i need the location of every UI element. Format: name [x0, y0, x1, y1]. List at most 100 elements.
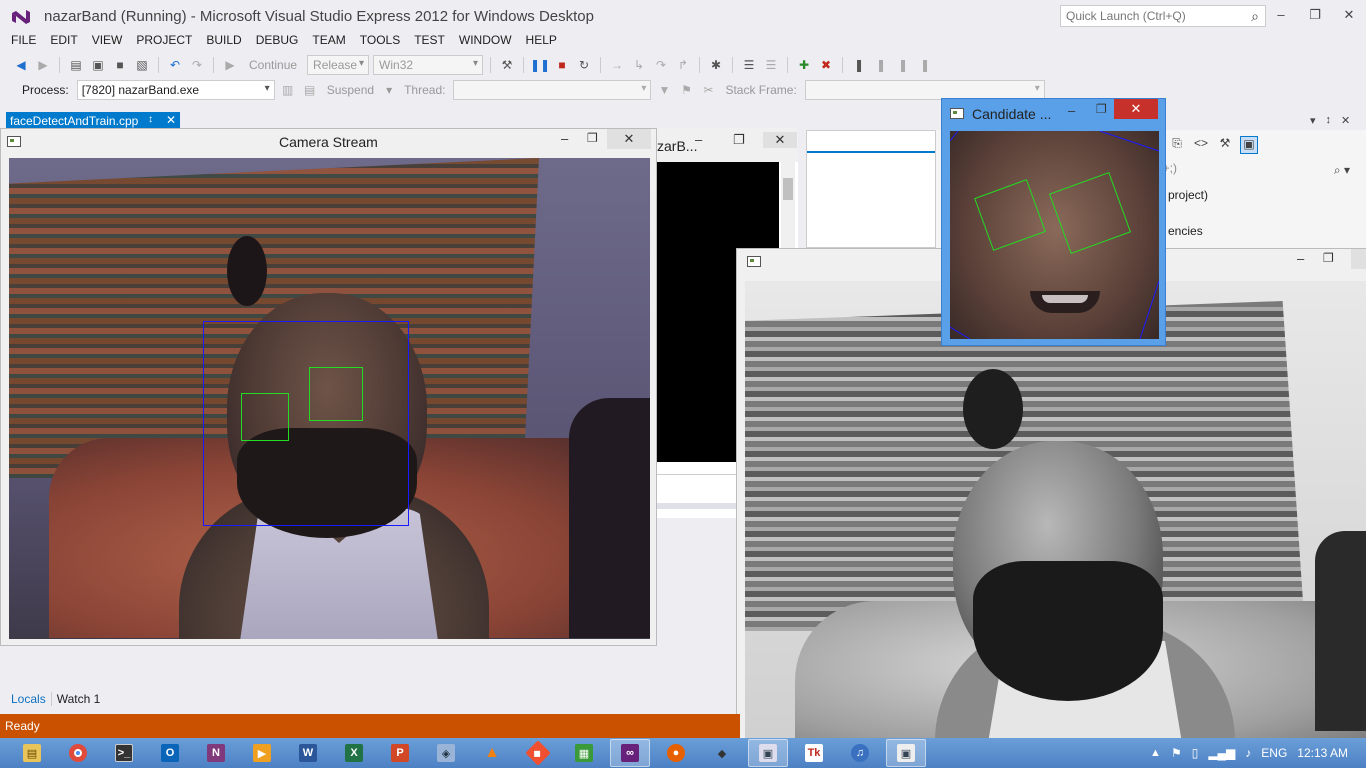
uncomment-icon[interactable]: ☰ — [762, 56, 780, 74]
taskbar-opencv-window-icon[interactable]: ▣ — [886, 739, 926, 767]
network-signal-icon[interactable]: ▂▄▆ — [1208, 746, 1235, 760]
volume-icon[interactable]: ♪ — [1245, 746, 1251, 760]
tab-watch-1[interactable]: Watch 1 — [52, 692, 106, 706]
hex-display-icon[interactable]: ✱ — [707, 56, 725, 74]
stack-frame-dropdown[interactable] — [804, 80, 1045, 100]
taskbar-tk-app-icon[interactable]: Tk — [794, 739, 834, 767]
gray-minimize-button[interactable]: – — [1297, 251, 1304, 266]
solution-item-project[interactable]: project) — [1168, 188, 1208, 202]
taskbar-photo-viewer-icon[interactable]: ▣ — [748, 739, 788, 767]
undo-icon[interactable]: ↶ — [166, 56, 184, 74]
bookmark-icon[interactable]: ❚ — [850, 56, 868, 74]
pin-pane-icon[interactable]: ↕ — [1326, 114, 1332, 127]
menu-file[interactable]: FILE — [4, 31, 43, 51]
menu-team[interactable]: TEAM — [305, 31, 352, 51]
taskbar-outlook-icon[interactable]: O — [150, 739, 190, 767]
suspend-icon[interactable]: ▤ — [301, 81, 319, 99]
menu-window[interactable]: WINDOW — [452, 31, 519, 51]
candidate-window[interactable]: Candidate ... – ❐ ✕ — [941, 98, 1166, 346]
back-icon[interactable]: ◀ — [12, 56, 30, 74]
language-indicator[interactable]: ENG — [1261, 746, 1287, 760]
tab-locals[interactable]: Locals — [6, 692, 51, 706]
taskbar-file-explorer-icon[interactable]: ▤ — [12, 739, 52, 767]
menu-test[interactable]: TEST — [407, 31, 452, 51]
close-tab-icon[interactable]: ✕ — [166, 113, 176, 127]
step-over-icon[interactable]: ↷ — [652, 56, 670, 74]
solution-item-dependencies[interactable]: encies — [1168, 224, 1203, 238]
menu-view[interactable]: VIEW — [85, 31, 130, 51]
menu-help[interactable]: HELP — [519, 31, 564, 51]
toggle-threads-icon[interactable]: ✂ — [699, 81, 717, 99]
menu-project[interactable]: PROJECT — [129, 31, 199, 51]
menu-debug[interactable]: DEBUG — [249, 31, 306, 51]
solution-configuration-dropdown[interactable]: Release — [307, 55, 370, 75]
show-hidden-icons-icon[interactable]: ▲ — [1150, 747, 1161, 759]
flag-threads-icon[interactable]: ▼ — [655, 81, 673, 99]
stop-debugging-icon[interactable]: ■ — [553, 56, 571, 74]
redo-icon[interactable]: ↷ — [188, 56, 206, 74]
forward-icon[interactable]: ▶ — [34, 56, 52, 74]
camera-maximize-button[interactable]: ❐ — [587, 131, 598, 145]
suspend-button[interactable]: Suspend — [323, 83, 378, 97]
taskbar-powerpoint-icon[interactable]: P — [380, 739, 420, 767]
next-bookmark-icon[interactable]: ❚ — [894, 56, 912, 74]
console-minimize-button[interactable]: – — [695, 132, 702, 147]
taskbar-git-icon[interactable]: ◆ — [518, 739, 558, 767]
new-project-icon[interactable]: ▤ — [67, 56, 85, 74]
prev-bookmark-icon[interactable]: ❚ — [872, 56, 890, 74]
continue-button[interactable]: Continue — [243, 58, 303, 72]
save-all-icon[interactable]: ▧ — [133, 56, 151, 74]
taskbar-media-player-icon[interactable]: ▶ — [242, 739, 282, 767]
menu-edit[interactable]: EDIT — [43, 31, 84, 51]
continue-icon[interactable]: ▶ — [221, 56, 239, 74]
step-into-icon[interactable]: ↳ — [630, 56, 648, 74]
delete-breakpoint-icon[interactable]: ✖ — [817, 56, 835, 74]
show-next-statement-icon[interactable]: → — [608, 56, 626, 74]
quick-launch-input[interactable]: Quick Launch (Ctrl+Q) ⌕ — [1060, 5, 1266, 27]
properties-icon[interactable]: ⚒ — [1216, 136, 1234, 154]
insert-breakpoint-icon[interactable]: ✚ — [795, 56, 813, 74]
flag-icon[interactable]: ⚑ — [1171, 746, 1182, 760]
candidate-close-button[interactable]: ✕ — [1114, 99, 1158, 119]
candidate-minimize-button[interactable]: – — [1068, 103, 1075, 118]
pin-icon[interactable]: ↕ — [148, 114, 153, 125]
taskbar-itunes-icon[interactable]: ♫ — [840, 739, 880, 767]
gray-close-button[interactable]: ✕ — [1351, 249, 1366, 269]
solution-platform-dropdown[interactable]: Win32 — [373, 55, 484, 75]
console-close-button[interactable]: ✕ — [763, 132, 797, 148]
close-button[interactable]: ✕ — [1332, 0, 1366, 30]
camera-stream-window[interactable]: Camera Stream – ❐ ✕ — [0, 128, 657, 646]
console-maximize-button[interactable]: ❐ — [733, 132, 745, 148]
taskbar-chrome-icon[interactable] — [58, 739, 98, 767]
taskbar-visual-studio-icon[interactable]: ∞ — [610, 739, 650, 767]
taskbar-vlc-icon[interactable]: ▲ — [472, 739, 512, 767]
dropdown-icon[interactable]: ▾ — [1310, 114, 1316, 127]
gray-maximize-button[interactable]: ❐ — [1323, 251, 1334, 265]
attach-process-icon[interactable]: ⚒ — [498, 56, 516, 74]
preview-icon[interactable]: ▣ — [1240, 136, 1258, 154]
process-dropdown[interactable]: [7820] nazarBand.exe — [76, 80, 275, 100]
save-icon[interactable]: ■ — [111, 56, 129, 74]
close-pane-icon[interactable]: ✕ — [1341, 114, 1350, 127]
camera-minimize-button[interactable]: – — [561, 131, 568, 146]
step-out-icon[interactable]: ↱ — [674, 56, 692, 74]
clock[interactable]: 12:13 AM — [1297, 746, 1348, 760]
view-code-icon[interactable]: <> — [1192, 136, 1210, 154]
solution-explorer-search[interactable]: l+;) ⌕ ▾ — [1160, 161, 1360, 181]
taskbar-excel-icon[interactable]: X — [334, 739, 374, 767]
clear-bookmarks-icon[interactable]: ❚ — [916, 56, 934, 74]
restart-icon[interactable]: ↻ — [575, 56, 593, 74]
menu-tools[interactable]: TOOLS — [353, 31, 407, 51]
break-all-icon[interactable]: ❚❚ — [530, 56, 550, 74]
maximize-button[interactable]: ❐ — [1298, 0, 1332, 30]
taskbar-terminal-icon[interactable]: >_ — [104, 739, 144, 767]
copy-icon[interactable]: ⎘ — [1168, 136, 1186, 154]
comment-icon[interactable]: ☰ — [740, 56, 758, 74]
taskbar-3d-box-icon[interactable]: ◈ — [426, 739, 466, 767]
taskbar-firefox-icon[interactable]: ● — [656, 739, 696, 767]
taskbar-onenote-icon[interactable]: N — [196, 739, 236, 767]
flag-icon[interactable]: ⚑ — [677, 81, 695, 99]
taskbar-word-icon[interactable]: W — [288, 739, 328, 767]
taskbar-cube-app-icon[interactable]: ◆ — [702, 739, 742, 767]
thread-dropdown[interactable] — [453, 80, 652, 100]
